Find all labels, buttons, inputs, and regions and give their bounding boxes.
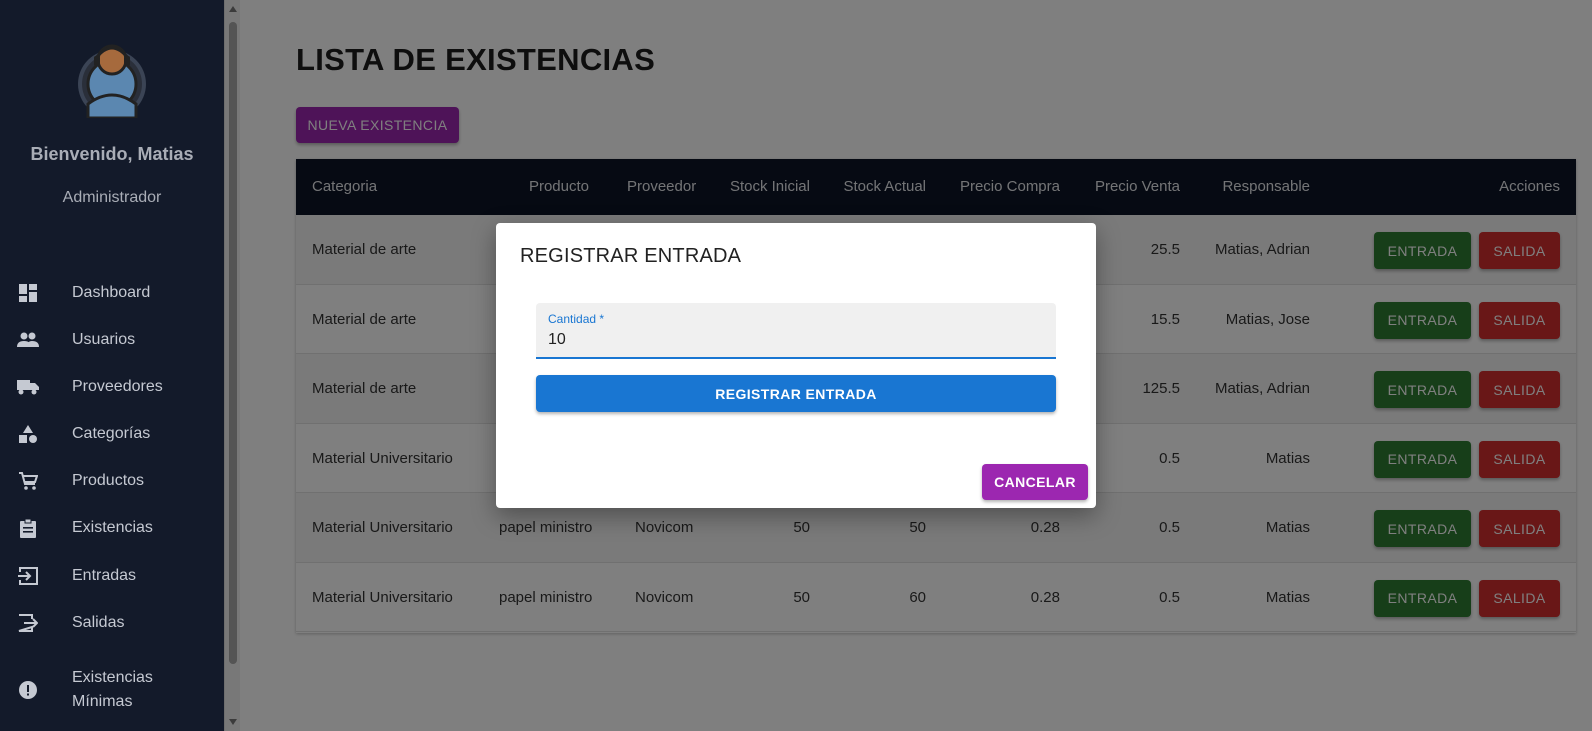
sidebar-item-label: Productos <box>72 472 145 489</box>
users-icon <box>17 329 39 351</box>
truck-icon <box>17 376 39 398</box>
quantity-field[interactable]: Cantidad * <box>536 303 1056 359</box>
logout-icon <box>17 612 39 634</box>
avatar <box>70 34 154 120</box>
sidebar-item-label: Salidas <box>72 614 125 631</box>
register-entry-dialog: REGISTRAR ENTRADA Cantidad * REGISTRAR E… <box>496 223 1096 508</box>
cancel-button[interactable]: CANCELAR <box>982 464 1088 500</box>
user-role: Administrador <box>62 189 162 206</box>
register-entry-button[interactable]: REGISTRAR ENTRADA <box>536 375 1056 412</box>
sidebar-item-dashboard[interactable]: Dashboard <box>0 271 224 315</box>
login-icon <box>17 565 39 587</box>
sidebar-item-salidas[interactable]: Salidas <box>0 601 224 645</box>
sidebar: Bienvenido, Matias Administrador Dashboa… <box>0 0 224 731</box>
sidebar-item-label: Usuarios <box>72 331 136 348</box>
sidebar-item-label: Entradas <box>72 567 137 584</box>
clipboard-icon <box>17 517 39 539</box>
sidebar-item-label: Proveedores <box>72 378 163 395</box>
sidebar-item-entradas[interactable]: Entradas <box>0 554 224 598</box>
category-icon <box>17 423 39 445</box>
dialog-title: REGISTRAR ENTRADA <box>520 245 742 267</box>
sidebar-item-categorias[interactable]: Categorías <box>0 412 224 456</box>
sidebar-item-existencias[interactable]: Existencias <box>0 506 224 550</box>
sidebar-item-label: Existencias <box>72 519 153 536</box>
sidebar-item-label: Dashboard <box>72 284 151 301</box>
cart-icon <box>17 470 39 492</box>
quantity-input[interactable] <box>548 329 1044 351</box>
alert-icon <box>17 679 39 701</box>
sidebar-item-productos[interactable]: Productos <box>0 459 224 503</box>
quantity-label: Cantidad * <box>548 312 605 326</box>
dashboard-icon <box>17 282 39 304</box>
sidebar-item-label: Existencias Mínimas <box>72 669 153 710</box>
sidebar-item-usuarios[interactable]: Usuarios <box>0 318 224 362</box>
sidebar-item-proveedores[interactable]: Proveedores <box>0 365 224 409</box>
sidebar-item-label: Categorías <box>72 425 151 442</box>
sidebar-item-existencias-minimas[interactable]: Existencias Mínimas <box>0 664 224 716</box>
welcome-text: Bienvenido, Matias <box>30 144 194 164</box>
support-agent-icon <box>78 44 146 120</box>
